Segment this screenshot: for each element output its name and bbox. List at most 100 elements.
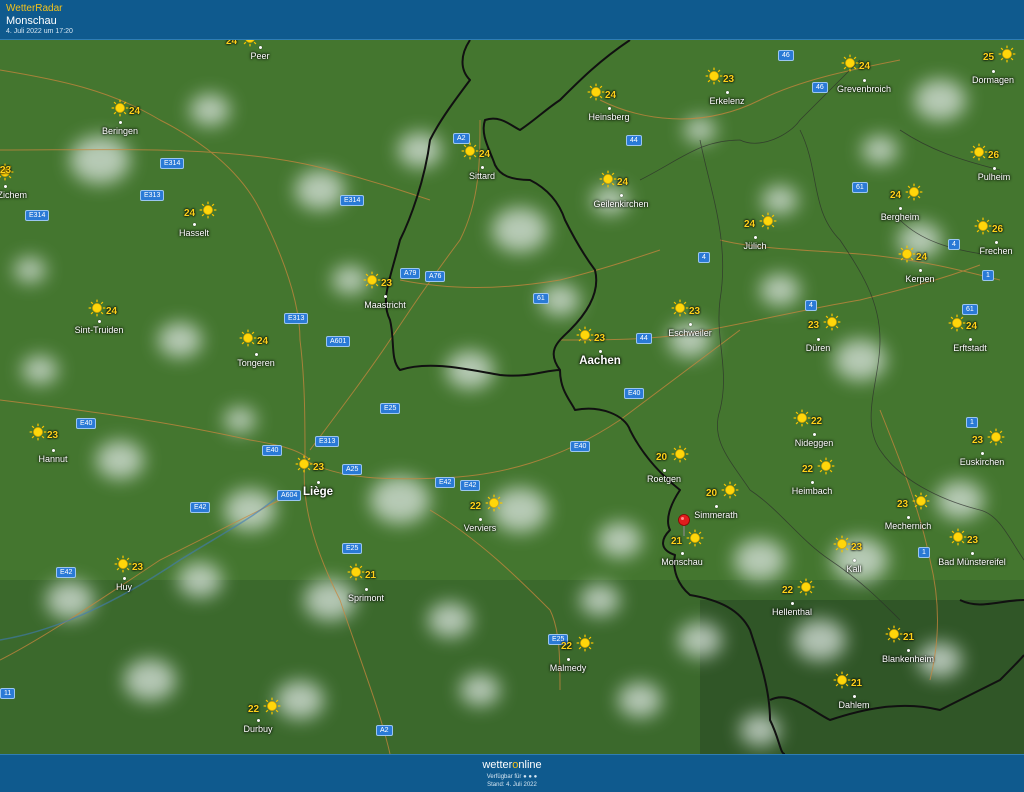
city-temperature: 22 [470, 501, 482, 512]
city-dot [817, 338, 820, 341]
road-badge: 44 [626, 135, 642, 146]
city-temperature: 23 [594, 333, 606, 344]
sun-icon [793, 409, 811, 427]
city-temperature: 23 [972, 435, 984, 446]
sun-icon [587, 83, 605, 101]
city-label: Frechen [979, 246, 1013, 256]
road-badge: A25 [342, 464, 363, 475]
city-dot [98, 320, 101, 323]
road-badge: 61 [852, 182, 868, 193]
city-label: Blankenheim [881, 654, 935, 664]
city-temperature: 23 [967, 535, 979, 546]
city-dot [663, 469, 666, 472]
city-temperature: 23 [313, 462, 325, 473]
road-badge: E42 [460, 480, 481, 491]
wetteronline-logo[interactable]: wetteronline [0, 759, 1024, 771]
city-temperature: 24 [859, 61, 871, 72]
city-dot [754, 236, 757, 239]
city-dot [689, 323, 692, 326]
city-label: Hasselt [178, 228, 209, 238]
road-badge: E25 [380, 403, 401, 414]
data-status: Stand: 4. Juli 2022 [487, 782, 537, 788]
city-dot [599, 350, 602, 353]
road-badge: E40 [570, 441, 591, 452]
city-dot [907, 516, 910, 519]
city-temperature: 20 [656, 452, 668, 463]
weather-map[interactable]: E314 E313 E314 E314 E313 E40 E40 E313 A601 E25 A25… [0, 40, 1024, 754]
city-label: Pulheim [977, 172, 1011, 182]
city-temperature: 24 [184, 208, 196, 219]
city-temperature: 26 [988, 150, 1000, 161]
city-label: Verviers [463, 523, 497, 533]
huawei-icon: ● [533, 774, 538, 780]
sun-icon [243, 40, 257, 47]
city-label: Beringen [101, 126, 139, 136]
road-badge: E40 [76, 418, 97, 429]
sun-icon [721, 481, 739, 499]
road-badge: 11 [0, 688, 16, 699]
road-badge: E42 [435, 477, 456, 488]
sun-icon [797, 578, 815, 596]
city-label: vel-Zichem [0, 190, 27, 200]
city-label: Bergheim [880, 212, 920, 222]
city-dot [811, 481, 814, 484]
city-label: Düren [805, 343, 831, 353]
city-label: Heimbach [791, 486, 833, 496]
city-temperature: 22 [561, 641, 573, 652]
city-temperature: 22 [811, 416, 823, 427]
sun-icon [833, 671, 851, 689]
city-label: Hannut [38, 454, 68, 464]
map-background [0, 40, 1024, 754]
city-label: Geilenkirchen [593, 199, 649, 209]
city-label: Durbuy [243, 724, 273, 734]
road-badge: A79 [400, 268, 421, 279]
city-dot [52, 449, 55, 452]
city-temperature: 24 [479, 149, 491, 160]
city-dot [119, 121, 122, 124]
city-temperature: 22 [248, 704, 260, 715]
city-label: Roetgen [646, 474, 682, 484]
sun-icon [576, 634, 594, 652]
city-temperature: 23 [808, 320, 820, 331]
sun-icon [363, 271, 381, 289]
sun-icon [705, 67, 723, 85]
city-dot [4, 185, 7, 188]
city-temperature: 23 [851, 542, 863, 553]
sun-icon [948, 314, 966, 332]
road-badge: E313 [284, 313, 309, 324]
road-badge: E42 [190, 502, 211, 513]
city-temperature: 24 [605, 90, 617, 101]
city-label: Nideggen [794, 438, 834, 448]
sun-icon [111, 99, 129, 117]
city-label: Monschau [661, 557, 703, 567]
city-label: Malmedy [549, 663, 587, 673]
sun-icon [987, 428, 1005, 446]
city-dot [481, 166, 484, 169]
city-temperature: 25 [983, 52, 995, 63]
sun-icon [576, 326, 594, 344]
city-dot [813, 433, 816, 436]
road-badge: E314 [160, 158, 185, 169]
location-title: Monschau [6, 15, 57, 27]
city-temperature: 24 [129, 106, 141, 117]
road-badge: 61 [533, 293, 549, 304]
city-temperature: 24 [916, 252, 928, 263]
city-temperature: 21 [851, 678, 863, 689]
city-label: Maastricht [364, 300, 406, 310]
app-header: WetterRadar Monschau 4. Juli 2022 um 17:… [0, 0, 1024, 40]
city-dot [681, 552, 684, 555]
location-pin-icon[interactable] [677, 514, 691, 536]
sun-icon [88, 299, 106, 317]
city-temperature: 22 [782, 585, 794, 596]
city-label: Hellenthal [771, 607, 813, 617]
city-dot [853, 695, 856, 698]
city-temperature: 21 [365, 570, 377, 581]
city-temperature: 24 [617, 177, 629, 188]
city-label: Euskirchen [959, 457, 1005, 467]
sun-icon [671, 445, 689, 463]
city-label: Dormagen [971, 75, 1015, 85]
road-badge: E314 [25, 210, 50, 221]
city-label: Eschweiler [668, 328, 712, 338]
road-badge: 4 [698, 252, 710, 263]
road-badge: E42 [56, 567, 77, 578]
